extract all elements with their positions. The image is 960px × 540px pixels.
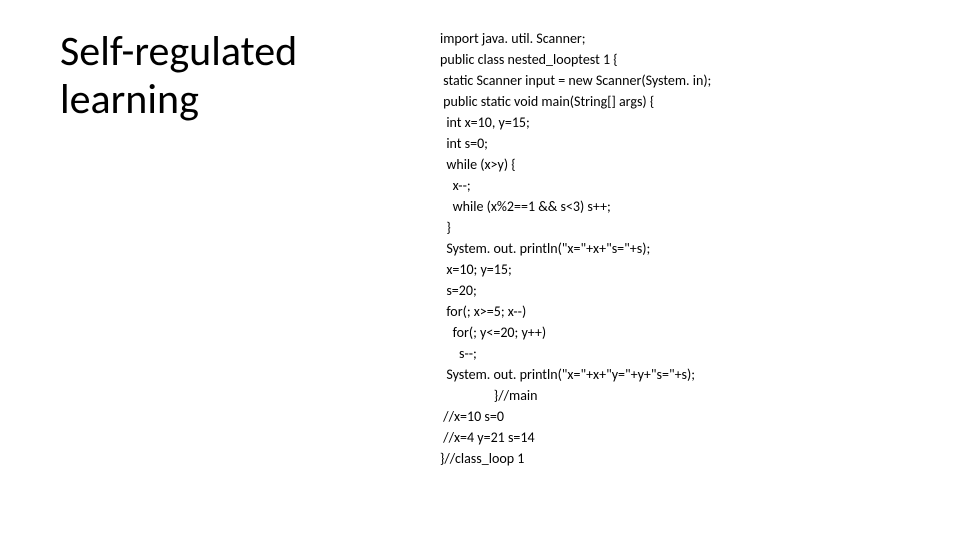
slide: Self-regulated learning import java. uti… (0, 0, 960, 540)
slide-title: Self-regulated learning (60, 28, 410, 125)
code-block: import java. util. Scanner; public class… (440, 28, 920, 469)
